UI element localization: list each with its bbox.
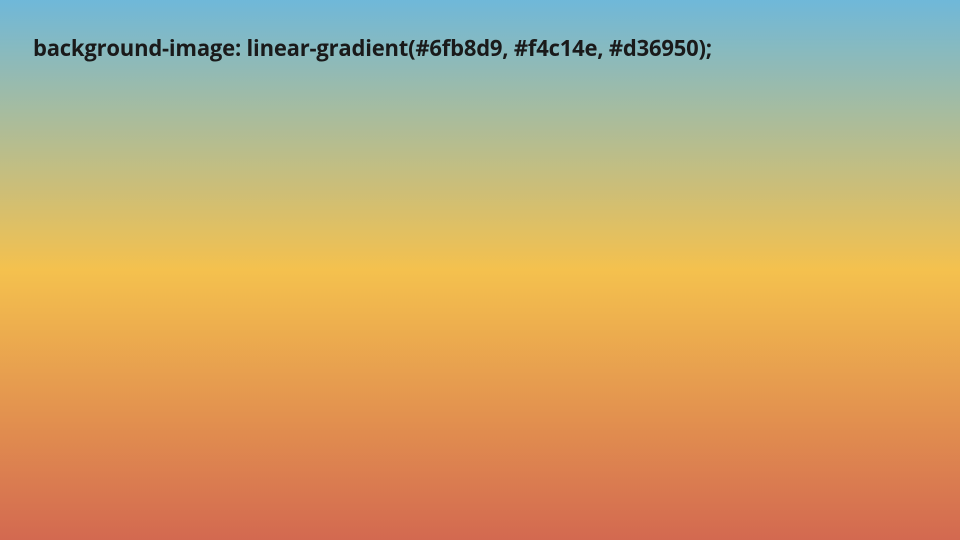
css-code-text: background-image: linear-gradient(#6fb8d… <box>33 33 712 63</box>
